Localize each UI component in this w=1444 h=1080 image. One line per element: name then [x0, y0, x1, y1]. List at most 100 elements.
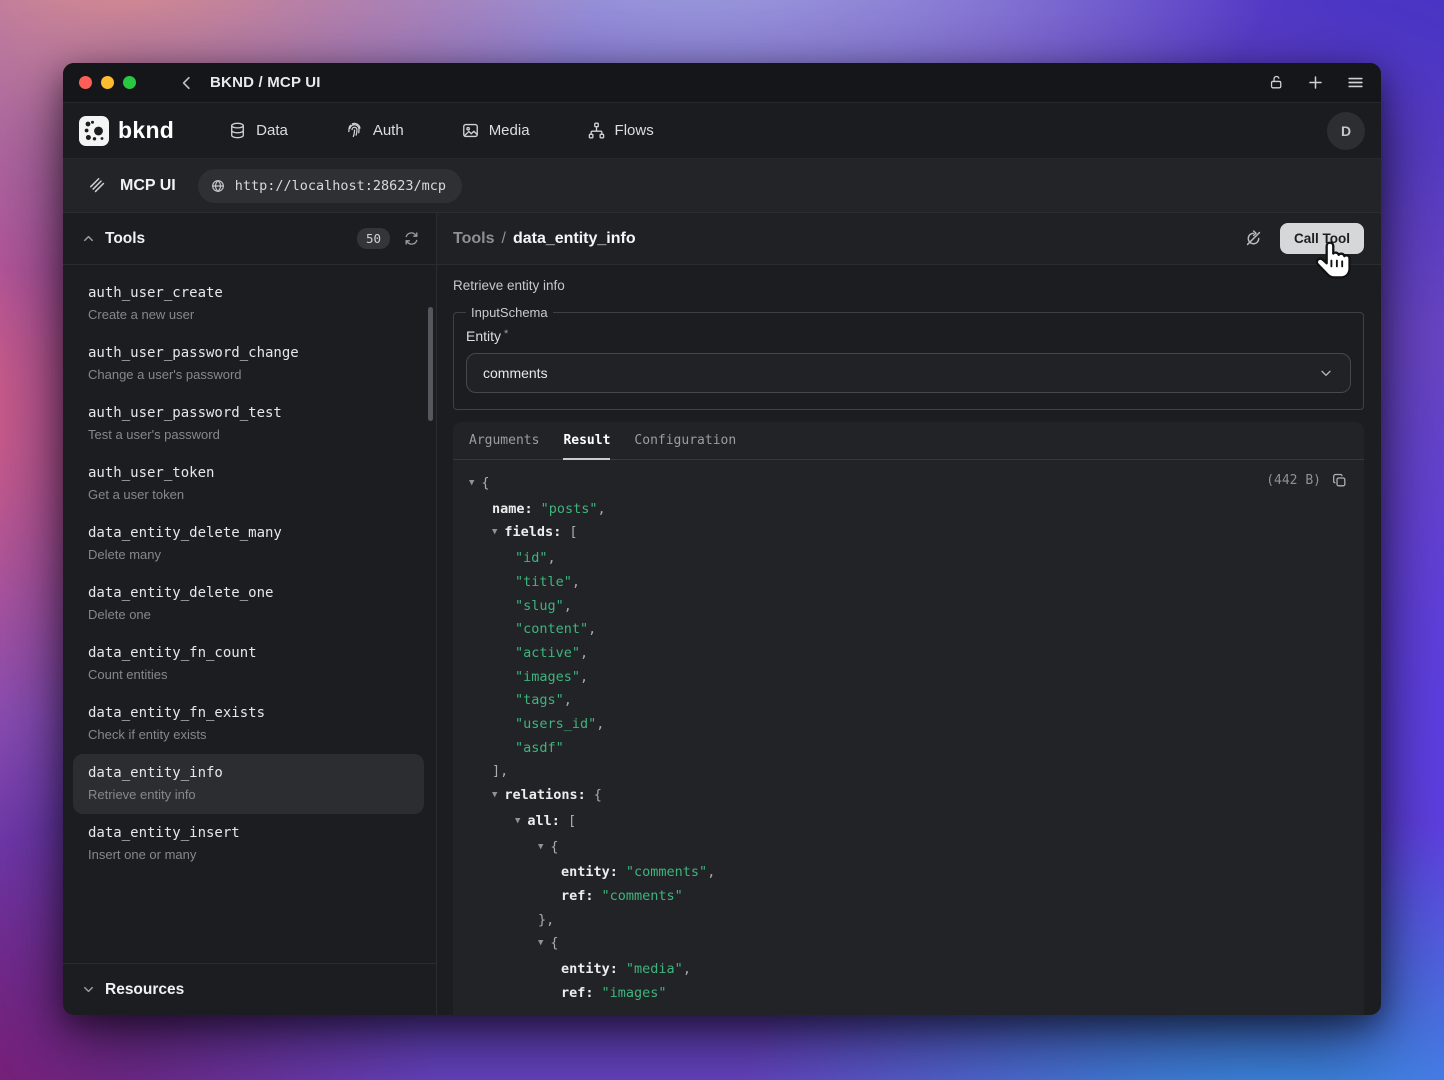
tab-arguments[interactable]: Arguments: [469, 422, 539, 459]
json-punct: {: [481, 475, 489, 491]
expander-icon[interactable]: ▼: [538, 938, 543, 948]
json-line: ▼{: [469, 932, 1348, 958]
json-line: name:"posts",: [469, 498, 1348, 522]
tool-name: data_entity_info: [88, 765, 409, 781]
json-string: "comments": [626, 864, 707, 880]
tool-description: Change a user's password: [88, 367, 409, 382]
json-string: "asdf": [515, 740, 564, 756]
server-url-pill[interactable]: http://localhost:28623/mcp: [198, 169, 462, 203]
result-card: ArgumentsResultConfiguration (442 B) ▼{n…: [453, 422, 1364, 1015]
mcp-bar: MCP UI http://localhost:28623/mcp: [63, 159, 1381, 213]
json-string: "comments": [602, 888, 683, 904]
json-key: relations:: [504, 787, 585, 803]
tools-section-header[interactable]: Tools 50: [63, 213, 436, 265]
tool-name: data_entity_insert: [88, 825, 409, 841]
tool-detail-panel: Tools / data_entity_info Call Tool Retri…: [437, 213, 1381, 1015]
json-punct: ,: [580, 669, 588, 685]
entity-select-value: comments: [483, 365, 548, 381]
json-line: "asdf": [469, 737, 1348, 761]
json-line: "tags",: [469, 689, 1348, 713]
brand-logo[interactable]: bknd: [79, 116, 174, 146]
nav-item-label: Media: [489, 122, 530, 139]
result-meta: (442 B): [1266, 472, 1348, 489]
tab-configuration[interactable]: Configuration: [634, 422, 736, 459]
menu-button[interactable]: [1346, 73, 1365, 92]
sidebar-item-auth_user_token[interactable]: auth_user_tokenGet a user token: [73, 454, 424, 514]
tool-description: Create a new user: [88, 307, 409, 322]
tool-description: Count entities: [88, 667, 409, 682]
expander-icon[interactable]: ▼: [492, 790, 497, 800]
tool-name: data_entity_delete_many: [88, 525, 409, 541]
tool-description: Check if entity exists: [88, 727, 409, 742]
nav-item-label: Auth: [373, 122, 404, 139]
sidebar-item-auth_user_create[interactable]: auth_user_createCreate a new user: [73, 274, 424, 334]
app-navbar: bknd Data Auth Media Flows D: [63, 103, 1381, 159]
nav-item-flows[interactable]: Flows: [587, 121, 654, 140]
expander-icon[interactable]: ▼: [538, 842, 543, 852]
select-chevron-down-icon: [1318, 365, 1334, 381]
sidebar-item-auth_user_password_change[interactable]: auth_user_password_changeChange a user's…: [73, 334, 424, 394]
brand-name: bknd: [118, 117, 174, 144]
bknd-logo-icon: [79, 116, 109, 146]
json-punct: [: [568, 813, 576, 829]
sidebar-scrollbar: [428, 265, 433, 963]
sidebar-item-data_entity_info[interactable]: data_entity_infoRetrieve entity info: [73, 754, 424, 814]
minimize-window-button[interactable]: [101, 76, 114, 89]
breadcrumb-tool-name: data_entity_info: [513, 230, 636, 248]
json-string: "title": [515, 574, 572, 590]
maximize-window-button[interactable]: [123, 76, 136, 89]
sidebar-item-data_entity_delete_one[interactable]: data_entity_delete_oneDelete one: [73, 574, 424, 634]
json-key: ref:: [561, 888, 594, 904]
lock-button[interactable]: [1268, 74, 1285, 91]
sidebar-item-data_entity_fn_exists[interactable]: data_entity_fn_existsCheck if entity exi…: [73, 694, 424, 754]
entity-field-label: Entity*: [466, 328, 1351, 344]
resources-section-header[interactable]: Resources: [63, 963, 436, 1015]
tool-description: Retrieve entity info: [453, 278, 1364, 293]
json-string: "media": [626, 961, 683, 977]
tab-result[interactable]: Result: [563, 422, 610, 459]
hamburger-icon: [1346, 73, 1365, 92]
tool-detail-header: Tools / data_entity_info Call Tool: [437, 213, 1381, 265]
entity-select[interactable]: comments: [466, 353, 1351, 393]
auto-call-toggle[interactable]: [1244, 229, 1263, 248]
sidebar-item-auth_user_password_test[interactable]: auth_user_password_testTest a user's pas…: [73, 394, 424, 454]
nav-item-auth[interactable]: Auth: [345, 121, 404, 140]
close-window-button[interactable]: [79, 76, 92, 89]
json-line: "content",: [469, 618, 1348, 642]
breadcrumb-separator: /: [501, 230, 505, 248]
copy-result-button[interactable]: [1331, 472, 1348, 489]
sidebar-item-data_entity_delete_many[interactable]: data_entity_delete_manyDelete many: [73, 514, 424, 574]
breadcrumb-section[interactable]: Tools: [453, 230, 494, 248]
json-punct: ,: [580, 645, 588, 661]
sidebar-item-data_entity_insert[interactable]: data_entity_insertInsert one or many: [73, 814, 424, 874]
result-tabs: Arguments Result Configuration: [453, 422, 1364, 460]
mcp-title: MCP UI: [120, 177, 176, 195]
sidebar-item-data_entity_fn_count[interactable]: data_entity_fn_countCount entities: [73, 634, 424, 694]
json-punct: ,: [596, 716, 604, 732]
refresh-tools-button[interactable]: [403, 230, 420, 247]
nav-item-media[interactable]: Media: [461, 121, 530, 140]
expander-icon[interactable]: ▼: [492, 527, 497, 537]
new-tab-button[interactable]: [1306, 73, 1325, 92]
json-punct: ,: [572, 574, 580, 590]
lock-open-icon: [1268, 74, 1285, 91]
back-button[interactable]: [178, 74, 196, 92]
layers-icon: [88, 176, 107, 195]
expander-icon[interactable]: ▼: [469, 478, 474, 488]
copy-icon: [1331, 472, 1348, 489]
nav-item-data[interactable]: Data: [228, 121, 288, 140]
expander-icon[interactable]: ▼: [515, 816, 520, 826]
json-line: ],: [469, 760, 1348, 784]
refresh-icon: [403, 230, 420, 247]
app-window: BKND / MCP UI bknd Data: [63, 63, 1381, 1015]
json-viewer: ▼{name:"posts",▼fields:["id","title","sl…: [453, 460, 1364, 1015]
tools-count-badge: 50: [357, 228, 390, 249]
json-punct: {: [550, 839, 558, 855]
sidebar-scrollbar-thumb[interactable]: [428, 307, 433, 421]
user-avatar[interactable]: D: [1327, 112, 1365, 150]
json-punct: ,: [683, 961, 691, 977]
json-punct: },: [538, 912, 554, 928]
json-string: "posts": [541, 501, 598, 517]
call-tool-button[interactable]: Call Tool: [1280, 223, 1364, 254]
json-string: "images": [515, 669, 580, 685]
